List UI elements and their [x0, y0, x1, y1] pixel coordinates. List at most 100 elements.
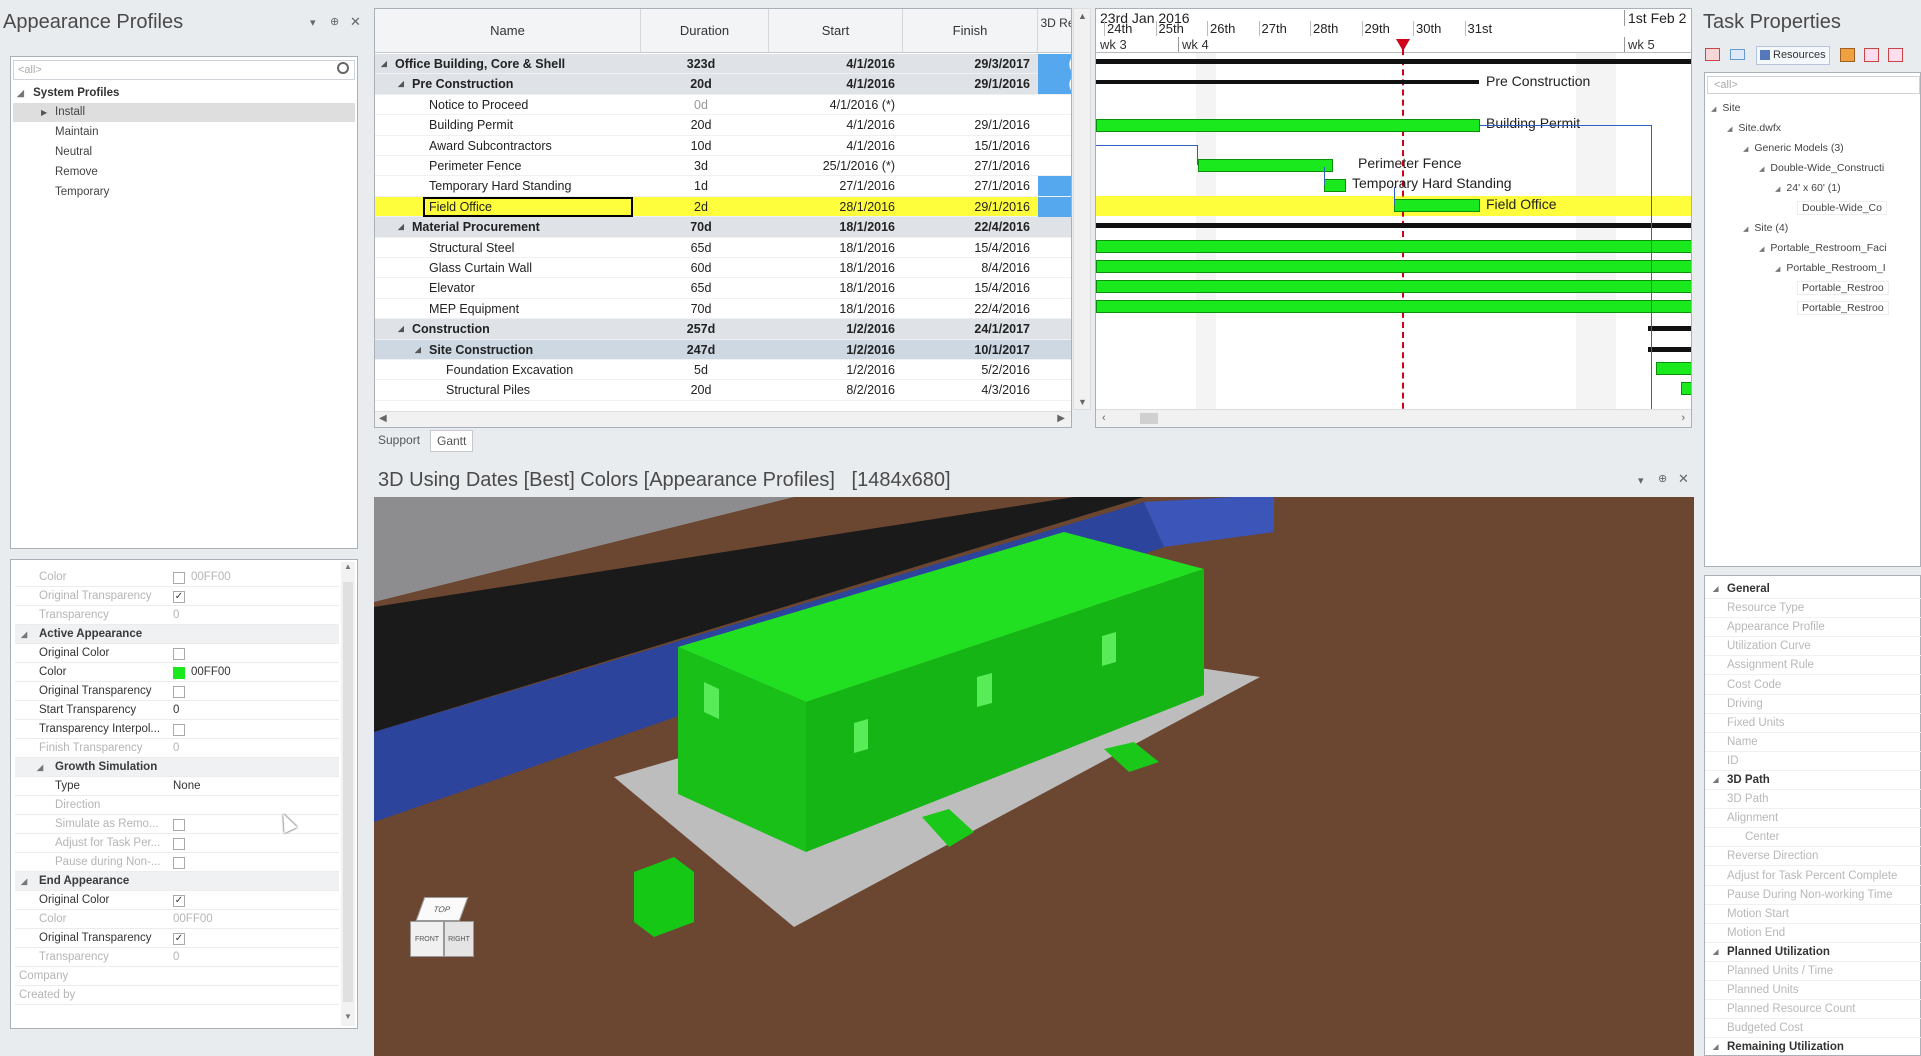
task-finish-cell[interactable]: 27/1/2016 — [903, 156, 1038, 176]
task-name-cell[interactable]: Building Permit — [429, 115, 639, 135]
collapse-icon[interactable]: ◢ — [398, 319, 404, 339]
task-name-cell[interactable]: Elevator — [429, 278, 639, 298]
property-section[interactable]: Growth Simulation ◢ — [15, 758, 339, 777]
collapse-icon[interactable]: ◢ — [398, 74, 404, 94]
collapse-icon[interactable]: ◢ — [21, 872, 27, 891]
property-section[interactable]: ◢ Remaining Utilization — [1705, 1038, 1921, 1056]
panel-pin-icon[interactable]: ⊕ — [330, 15, 339, 28]
resource-tree-item[interactable]: ◢ 24' x 60' (1) — [1775, 179, 1841, 198]
task-finish-cell[interactable]: 29/1/2016 — [903, 115, 1038, 135]
viewcube-front[interactable]: FRONT — [410, 921, 444, 957]
panel-pin-dropdown-icon[interactable]: ▾ — [310, 16, 316, 29]
collapse-icon[interactable]: ◢ — [1713, 771, 1718, 790]
task-row[interactable]: Building Permit 20d 4/1/2016 29/1/2016 — [375, 115, 1071, 136]
task-start-cell[interactable]: 28/1/2016 — [769, 197, 903, 217]
task-finish-cell[interactable]: 15/4/2016 — [903, 238, 1038, 258]
task-name-cell[interactable]: Temporary Hard Standing — [429, 176, 639, 196]
property-section[interactable]: End Appearance ◢ — [15, 872, 339, 891]
gantt-summary-bar[interactable] — [1648, 347, 1691, 352]
task-duration-cell[interactable]: 1d — [641, 176, 769, 196]
task-finish-cell[interactable]: 22/4/2016 — [903, 217, 1038, 237]
task-finish-cell[interactable]: 29/1/2016 — [903, 197, 1038, 217]
resource-tree-item[interactable]: Portable_Restroo — [1791, 299, 1889, 318]
grid-icon[interactable] — [1705, 48, 1720, 61]
collapse-icon[interactable]: ◢ — [398, 217, 404, 237]
gantt-bar-field-office[interactable] — [1394, 199, 1480, 212]
task-res-cell[interactable] — [1038, 340, 1071, 360]
calendar-icon[interactable] — [1840, 48, 1855, 62]
task-row[interactable]: Temporary Hard Standing 1d 27/1/2016 27/1/2… — [375, 176, 1071, 197]
scroll-up-arrow[interactable]: ▲ — [1078, 11, 1087, 21]
profile-item[interactable]: ▶ Install — [13, 103, 355, 122]
collapse-icon[interactable]: ◢ — [1759, 166, 1764, 173]
task-finish-cell[interactable]: 15/4/2016 — [903, 278, 1038, 298]
task-name-cell[interactable]: Construction — [412, 319, 639, 339]
property-value[interactable]: 0 — [173, 739, 333, 758]
task-res-cell[interactable] — [1038, 217, 1071, 237]
task-start-cell[interactable]: 1/2/2016 — [769, 340, 903, 360]
task-start-cell[interactable]: 18/1/2016 — [769, 278, 903, 298]
tree-root-system-profiles[interactable]: ◢ System Profiles — [17, 84, 119, 103]
task-start-cell[interactable]: 8/2/2016 — [769, 380, 903, 400]
profile-item[interactable]: Neutral — [13, 143, 355, 162]
property-checkbox[interactable]: ✓ — [173, 895, 185, 907]
property-checkbox[interactable] — [173, 857, 185, 869]
scroll-down-arrow[interactable]: ▼ — [341, 1012, 355, 1026]
column-header[interactable]: Finish — [903, 9, 1038, 53]
task-finish-cell[interactable]: 4/3/2016 — [903, 380, 1038, 400]
column-header[interactable]: Name — [375, 9, 641, 53]
profiles-filter-input[interactable]: <all> — [13, 60, 355, 80]
task-duration-cell[interactable]: 60d — [641, 258, 769, 278]
task-row[interactable]: ◢ Material Procurement 70d 18/1/2016 22/4/20… — [375, 217, 1071, 238]
property-section[interactable]: ◢ 3D Path — [1705, 771, 1921, 790]
task-duration-cell[interactable]: 70d — [641, 217, 769, 237]
resource-tree-item[interactable]: ◢ Portable_Restroom_Faci — [1759, 239, 1887, 258]
task-start-cell[interactable]: 18/1/2016 — [769, 258, 903, 278]
task-duration-cell[interactable]: 70d — [641, 299, 769, 319]
property-checkbox[interactable] — [173, 572, 185, 584]
task-duration-cell[interactable]: 5d — [641, 360, 769, 380]
task-name-cell[interactable]: Material Procurement — [412, 217, 639, 237]
task-duration-cell[interactable]: 20d — [641, 380, 769, 400]
gantt-summary-bar[interactable] — [1096, 80, 1479, 84]
resource-tree-item[interactable]: ◢ Generic Models (3) — [1743, 139, 1844, 158]
scroll-right-arrow[interactable]: › — [1681, 412, 1685, 424]
color-swatch[interactable] — [173, 667, 185, 679]
task-start-cell[interactable]: 4/1/2016 — [769, 136, 903, 156]
task-row[interactable]: ◢ Construction 257d 1/2/2016 24/1/2017 — [375, 319, 1071, 340]
link-icon[interactable] — [1730, 49, 1745, 60]
collapse-icon[interactable]: ◢ — [1711, 106, 1716, 113]
resources-filter-input[interactable]: <all> — [1707, 76, 1920, 94]
collapse-icon[interactable]: ◢ — [1775, 266, 1780, 273]
task-res-cell[interactable] — [1038, 319, 1071, 339]
tab-support[interactable]: Support — [378, 433, 420, 447]
grid-hscrollbar[interactable]: ◀ ▶ — [375, 411, 1071, 427]
task-row[interactable]: MEP Equipment 70d 18/1/2016 22/4/2016 — [375, 299, 1071, 320]
collapse-icon[interactable]: ◢ — [1759, 246, 1764, 253]
resource-tree-item[interactable]: ◢ Site.dwfx — [1727, 119, 1781, 138]
task-row[interactable]: Award Subcontractors 10d 4/1/2016 15/1/2016 — [375, 136, 1071, 156]
task-start-cell[interactable]: 18/1/2016 — [769, 299, 903, 319]
collapse-icon[interactable]: ◢ — [1743, 146, 1748, 153]
scroll-thumb[interactable] — [1140, 413, 1158, 424]
gantt-bar-structural-piles[interactable] — [1681, 382, 1691, 395]
tab-gantt[interactable]: Gantt — [430, 430, 474, 452]
task-res-cell[interactable] — [1038, 115, 1071, 135]
resource-tree-item[interactable]: ◢ Portable_Restroom_I — [1775, 259, 1886, 278]
task-name-cell[interactable]: Field Office — [423, 196, 633, 217]
task-row[interactable]: ◢ Pre Construction20d4/1/201629/1/2016(4) — [375, 74, 1071, 95]
task-res-cell[interactable]: 1 — [1038, 176, 1071, 197]
task-res-cell[interactable] — [1038, 299, 1071, 319]
task-finish-cell[interactable] — [903, 95, 1038, 115]
task-res-cell[interactable]: (4) — [1038, 54, 1071, 74]
property-checkbox[interactable] — [173, 686, 185, 698]
expand-icon[interactable]: ▶ — [41, 103, 47, 122]
task-duration-cell[interactable]: 10d — [641, 136, 769, 156]
task-start-cell[interactable]: 1/2/2016 — [769, 360, 903, 380]
task-name-cell[interactable]: Pre Construction — [412, 74, 639, 94]
viewport-close-icon[interactable]: ✕ — [1678, 471, 1689, 487]
resource-tree-item[interactable]: ◢ Site — [1711, 99, 1740, 118]
task-res-cell[interactable]: (4) — [1038, 74, 1071, 95]
task-finish-cell[interactable]: 8/4/2016 — [903, 258, 1038, 278]
task-duration-cell[interactable]: 20d — [641, 74, 769, 94]
